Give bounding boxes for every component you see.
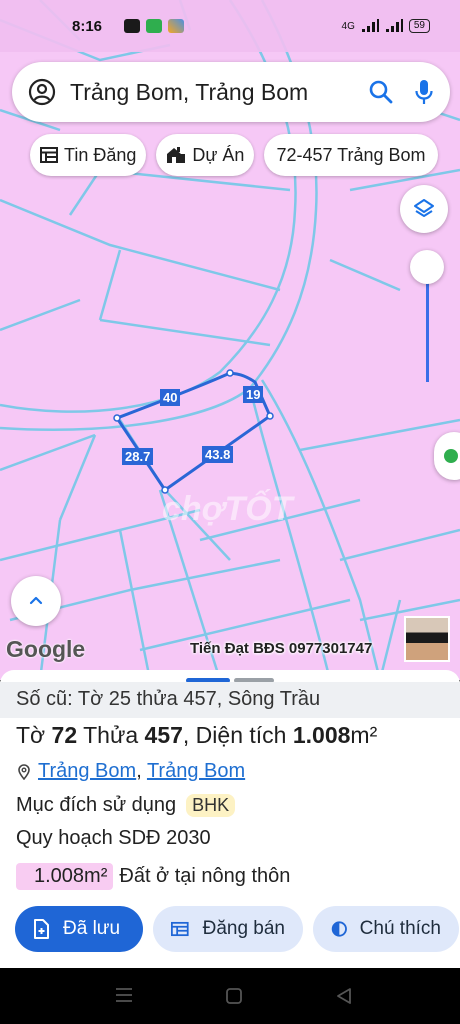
- menu-icon[interactable]: [115, 986, 133, 1004]
- location-pin-icon: [18, 763, 30, 780]
- post-sale-button-label: Đăng bán: [202, 918, 285, 939]
- search-input[interactable]: Trảng Bom, Trảng Bom: [70, 79, 368, 106]
- parcel-number: 457: [144, 722, 183, 748]
- layers-icon: [414, 199, 434, 217]
- purpose-code-badge: BHK: [186, 794, 236, 817]
- chip-label: 72-457 Trảng Bom: [276, 144, 426, 165]
- search-icon[interactable]: [368, 79, 394, 105]
- legend-button-label: Chú thích: [359, 918, 441, 939]
- land-use-purpose: Mục đích sử dụng BHK: [16, 794, 236, 817]
- parcel-edge-label: 19: [243, 386, 264, 403]
- parcel-edge-label: 43.8: [202, 446, 234, 463]
- town-link[interactable]: Trảng Bom: [147, 760, 245, 782]
- parcel-label: Thửa: [77, 722, 145, 748]
- chip-parcel-search[interactable]: 72-457 Trảng Bom: [264, 134, 438, 176]
- microphone-icon[interactable]: [414, 78, 434, 106]
- expand-button[interactable]: [11, 576, 61, 626]
- account-icon[interactable]: [28, 78, 56, 106]
- purpose-label: Mục đích sử dụng: [16, 794, 177, 816]
- parcel-info-sheet[interactable]: Số cũ: Tờ 25 thửa 457, Sông Trầu Tờ 72 T…: [0, 670, 460, 968]
- back-icon[interactable]: [336, 987, 352, 1005]
- status-bar: 8:16 4G 59: [0, 0, 460, 52]
- battery-indicator: 59: [408, 19, 430, 33]
- side-panel-tab[interactable]: [434, 432, 460, 480]
- contrast-icon: [331, 921, 347, 937]
- parcel-edge-label: 28.7: [122, 448, 154, 465]
- area-unit: m²: [350, 722, 378, 748]
- saved-button[interactable]: Đã lưu: [15, 906, 143, 952]
- add-document-icon: [34, 919, 49, 939]
- post-sale-button[interactable]: Đăng bán: [153, 906, 303, 952]
- parcel-title: Tờ 72 Thửa 457, Diện tích 1.008m²: [16, 722, 377, 749]
- old-parcel-info: Số cũ: Tờ 25 thửa 457, Sông Trầu: [0, 682, 460, 718]
- action-buttons: Đã lưu Đăng bán Chú thích: [15, 906, 459, 952]
- layers-button[interactable]: [400, 185, 448, 233]
- table-icon: [40, 147, 58, 163]
- area-label: , Diện tích: [182, 722, 293, 748]
- parcel-edge-label: 40: [160, 389, 181, 406]
- plan-type: Đất ở tại nông thôn: [119, 865, 291, 887]
- chip-label: Tin Đăng: [64, 144, 137, 165]
- agent-contact-label: Tiến Đạt BĐS 0977301747: [190, 640, 373, 657]
- filter-chips: Tin Đăng Dự Án 72-457 Trảng Bom: [30, 134, 438, 176]
- plan-area-badge: 1.008m²: [16, 863, 114, 890]
- parcel-location: Trảng Bom, Trảng Bom: [18, 760, 245, 783]
- chevron-up-icon: [29, 596, 43, 605]
- building-icon: [167, 147, 186, 163]
- dot-icon: [444, 449, 458, 463]
- district-link[interactable]: Trảng Bom: [38, 760, 136, 782]
- chip-label: Dự Án: [192, 144, 245, 165]
- chotot-watermark: chợTỐT: [162, 490, 293, 528]
- zoom-slider-knob[interactable]: [410, 250, 444, 284]
- signal-icon: [385, 19, 403, 32]
- home-icon[interactable]: [226, 988, 242, 1004]
- search-bar[interactable]: Trảng Bom, Trảng Bom: [12, 62, 450, 122]
- zoning-plan-label: Quy hoạch SDĐ 2030: [16, 827, 211, 849]
- location-separator: ,: [136, 760, 147, 782]
- zoning-plan-row: 1.008m² Đất ở tại nông thôn: [16, 863, 290, 890]
- sheet-label: Tờ: [16, 722, 52, 748]
- google-logo: Google: [6, 636, 86, 662]
- zoom-slider-track[interactable]: [426, 268, 429, 382]
- legend-button[interactable]: Chú thích: [313, 906, 459, 952]
- table-icon: [171, 921, 189, 937]
- zalo-icon: [124, 19, 141, 33]
- chip-projects[interactable]: Dự Án: [156, 134, 255, 176]
- sheet-number: 72: [51, 722, 78, 748]
- system-navigation-bar: [0, 968, 460, 1024]
- chip-listings[interactable]: Tin Đăng: [30, 134, 147, 176]
- saved-button-label: Đã lưu: [63, 918, 121, 939]
- photos-icon: [168, 19, 185, 33]
- network-type: 4G: [341, 20, 355, 32]
- agent-avatar[interactable]: [404, 616, 450, 662]
- signal-icon: [361, 19, 379, 32]
- messages-icon: [146, 19, 163, 33]
- area-value: 1.008: [292, 722, 351, 748]
- status-time: 8:16: [72, 17, 103, 35]
